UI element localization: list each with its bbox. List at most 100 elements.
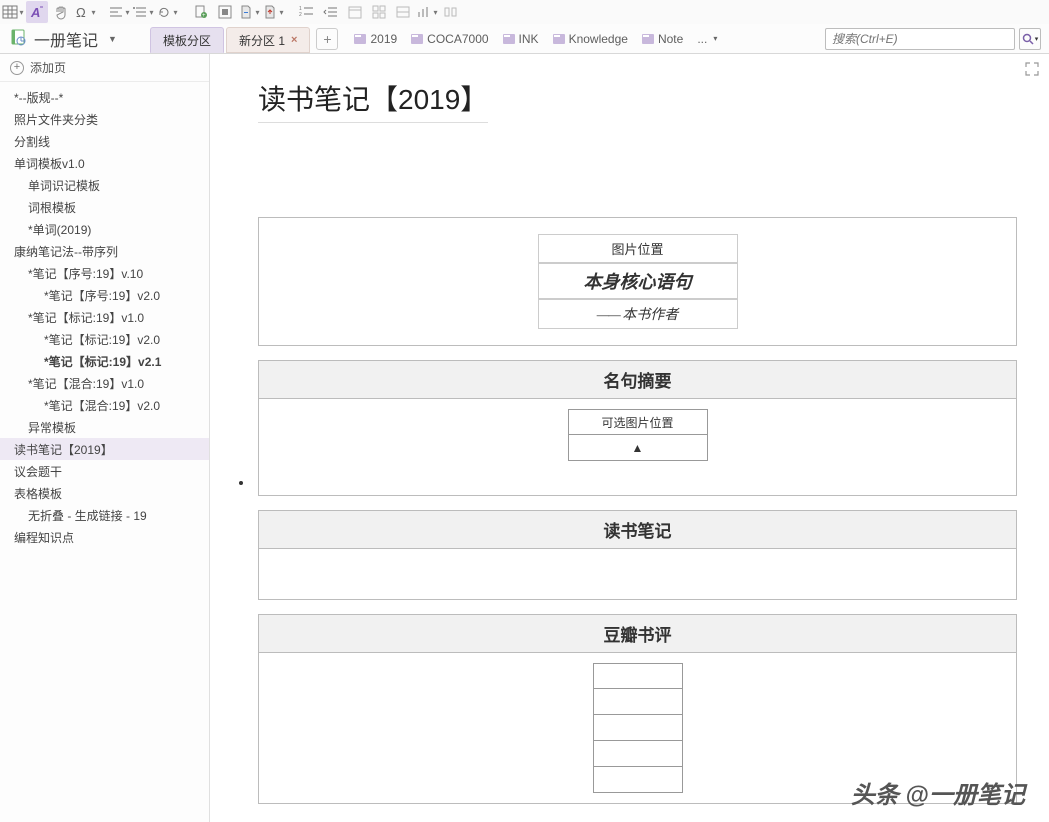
numbered-list-icon[interactable]: 12 [296,1,318,23]
chevron-down-icon: ▾ [1035,35,1039,43]
page-item[interactable]: 读书笔记【2019】 [0,438,209,460]
hand-tool-icon[interactable] [50,1,72,23]
svg-text:2: 2 [299,12,302,18]
page-title[interactable]: 读书笔记【2019】 [258,78,488,123]
symbol-icon[interactable]: Ω▾ [74,1,96,23]
section-link-label: Note [658,32,683,46]
tab-templates[interactable]: 模板分区 [150,27,224,53]
tab-new-section[interactable]: 新分区 1× [226,27,310,53]
page-item[interactable]: *笔记【混合:19】v1.0 [0,372,209,394]
review-cell[interactable] [593,689,683,715]
optional-image-cell[interactable]: 可选图片位置 [568,409,708,435]
section-link-label: COCA7000 [427,32,488,46]
outdent-icon[interactable] [320,1,342,23]
page-item[interactable]: *单词(2019) [0,218,209,240]
search-input[interactable] [826,32,1014,46]
page-item[interactable]: 康纳笔记法--带序列 [0,240,209,262]
section-link-2019[interactable]: 2019 [354,32,397,46]
section-link-ink[interactable]: INK [503,32,539,46]
table-icon[interactable]: ▾ [2,1,24,23]
notebook-icon [10,28,28,49]
notebook-selector[interactable]: 一册笔记 ▼ [0,24,150,53]
list-icon[interactable]: ▾ [132,1,154,23]
page-item[interactable]: 无折叠 - 生成链接 - 19 [0,504,209,526]
nav-row: 一册笔记 ▼ 模板分区 新分区 1× + 2019 COCA7000 INK K… [0,24,1049,54]
bullet-row[interactable] [259,475,1016,495]
magnify-icon [1022,33,1034,45]
page-item[interactable]: 异常模板 [0,416,209,438]
search-button[interactable]: ▾ [1019,28,1041,50]
review-cell[interactable] [593,741,683,767]
main-area: + 添加页 *--版规--*照片文件夹分类分割线单词模板v1.0单词识记模板词根… [0,54,1049,822]
page-item[interactable]: 单词识记模板 [0,174,209,196]
header-card: 图片位置 本身核心语句 本书作者 [258,217,1017,346]
page-item[interactable]: *笔记【序号:19】v.10 [0,262,209,284]
page-item[interactable]: 单词模板v1.0 [0,152,209,174]
svg-text:Ω: Ω [76,5,86,20]
review-cell[interactable] [593,767,683,793]
sidebar: + 添加页 *--版规--*照片文件夹分类分割线单词模板v1.0单词识记模板词根… [0,54,210,822]
add-tab-button[interactable]: + [316,28,338,50]
new-page-icon[interactable]: + [190,1,212,23]
section-link-label: 2019 [370,32,397,46]
page-item[interactable]: 照片文件夹分类 [0,108,209,130]
notes-body[interactable] [259,549,1016,599]
section-link-label: Knowledge [569,32,628,46]
image-pos-cell[interactable]: 图片位置 [538,234,738,263]
page-item[interactable]: *笔记【混合:19】v2.0 [0,394,209,416]
export-icon[interactable]: ▾ [262,1,284,23]
section-icon [411,34,423,44]
page-item[interactable]: *笔记【序号:19】v2.0 [0,284,209,306]
notebook-title: 一册笔记 [34,27,98,51]
plus-icon: + [10,61,24,75]
core-sentence-cell[interactable]: 本身核心语句 [538,263,738,299]
page-item[interactable]: 编程知识点 [0,526,209,548]
refresh-icon[interactable]: ▾ [156,1,178,23]
chevron-down-icon: ▾ [713,34,717,43]
expand-marker-cell[interactable]: ▲ [568,435,708,461]
section-link-more[interactable]: ...▾ [697,32,717,46]
page-item[interactable]: *--版规--* [0,86,209,108]
chart-icon[interactable]: ▾ [416,1,438,23]
section-header-notes: 读书笔记 [259,511,1016,549]
review-cell[interactable] [593,663,683,689]
close-icon[interactable]: × [291,34,297,46]
section-link-knowledge[interactable]: Knowledge [553,32,628,46]
page-item[interactable]: 议会题干 [0,460,209,482]
tab-label: 模板分区 [163,32,211,49]
watermark-prefix: 头条 [851,782,906,809]
notes-section: 读书笔记 [258,510,1017,600]
insert-row-icon[interactable] [392,1,414,23]
author-cell[interactable]: 本书作者 [538,299,738,329]
section-header-quotes: 名句摘要 [259,361,1016,399]
bullet-icon [239,481,243,485]
template-icon[interactable] [214,1,236,23]
page-list: *--版规--*照片文件夹分类分割线单词模板v1.0单词识记模板词根模板*单词(… [0,82,209,552]
page-item[interactable]: 分割线 [0,130,209,152]
file-icon[interactable]: ▾ [238,1,260,23]
page-item[interactable]: 词根模板 [0,196,209,218]
page-canvas[interactable]: 读书笔记【2019】 图片位置 本身核心语句 本书作者 名句摘要 可选图片位置 … [210,54,1049,822]
page-item[interactable]: *笔记【标记:19】v2.0 [0,328,209,350]
review-cell[interactable] [593,715,683,741]
page-item[interactable]: *笔记【标记:19】v1.0 [0,306,209,328]
page-item[interactable]: 表格模板 [0,482,209,504]
add-page-button[interactable]: + 添加页 [0,54,209,82]
svg-text:A: A [30,5,40,20]
text-highlight-icon[interactable]: A [26,1,48,23]
fullscreen-icon[interactable] [1025,62,1039,79]
section-link-coca[interactable]: COCA7000 [411,32,488,46]
svg-text:+: + [202,13,206,19]
section-icon [553,34,565,44]
more-tools-icon[interactable] [440,1,462,23]
page-item[interactable]: *笔记【标记:19】v2.1 [0,350,209,372]
section-link-bar: 2019 COCA7000 INK Knowledge Note ...▾ [338,24,825,53]
align-icon[interactable]: ▾ [108,1,130,23]
grid-icon[interactable] [368,1,390,23]
section-header-reviews: 豆瓣书评 [259,615,1016,653]
watermark-name: 一册笔记 [929,782,1025,809]
calendar-icon[interactable] [344,1,366,23]
section-link-note[interactable]: Note [642,32,683,46]
search-box[interactable] [825,28,1015,50]
quotes-section: 名句摘要 可选图片位置 ▲ [258,360,1017,496]
